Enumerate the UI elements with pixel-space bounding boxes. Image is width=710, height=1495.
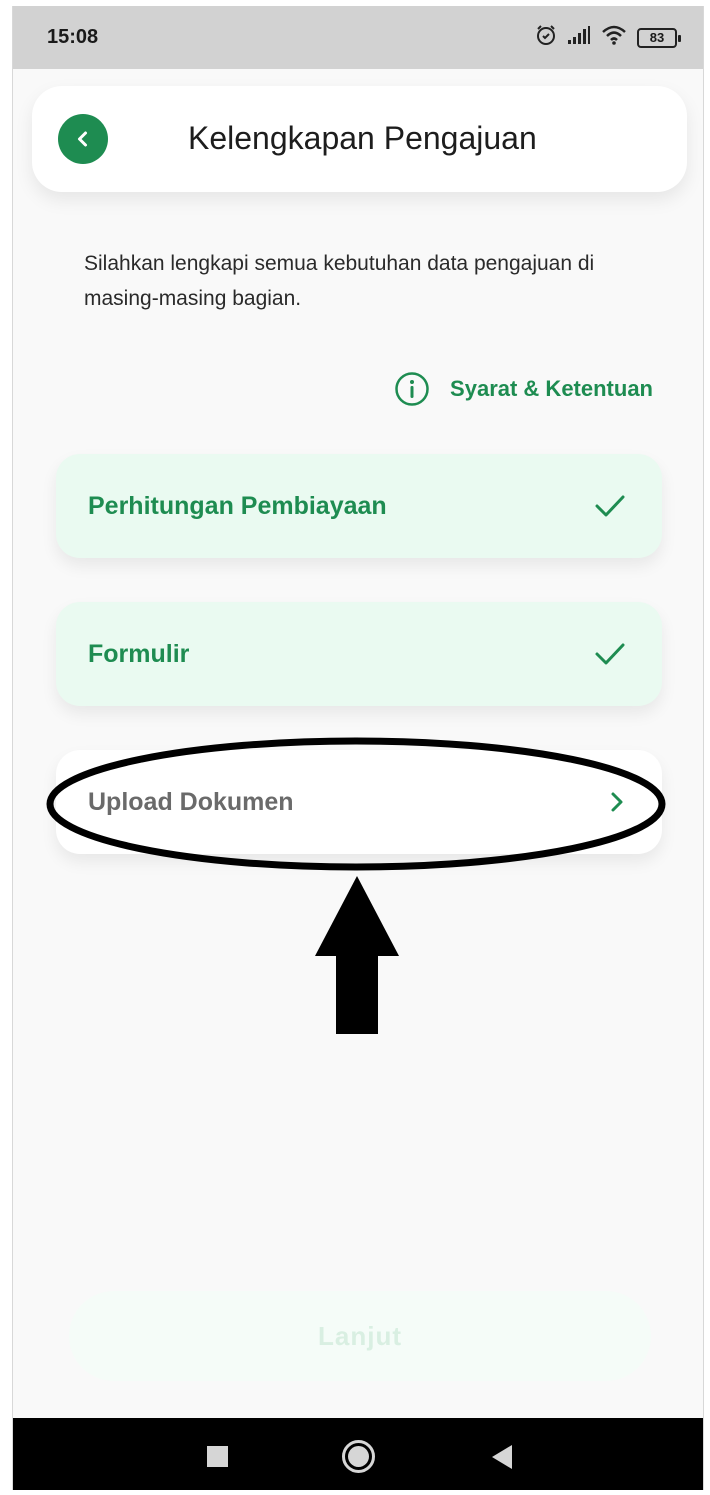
section-label: Formulir <box>88 639 190 668</box>
section-label: Perhitungan Pembiayaan <box>88 491 387 520</box>
status-icons: 83 <box>535 24 681 51</box>
home-icon-inner <box>348 1446 369 1467</box>
terms-label: Syarat & Ketentuan <box>450 376 653 401</box>
pointer-arrow-shaft <box>336 954 378 1034</box>
system-nav-bar <box>13 1418 703 1490</box>
check-icon <box>595 643 625 665</box>
status-time: 15:08 <box>47 26 99 48</box>
section-perhitungan-pembiayaan[interactable]: Perhitungan Pembiayaan <box>56 454 662 558</box>
page-title: Kelengkapan Pengajuan <box>188 120 537 156</box>
next-button[interactable]: Lanjut <box>69 1291 651 1381</box>
status-bar: 15:08 83 <box>13 6 703 69</box>
section-upload-dokumen[interactable]: Upload Dokumen <box>56 750 662 854</box>
next-button-label: Lanjut <box>318 1320 402 1351</box>
intro-text: Silahkan lengkapi semua kebutuhan data p… <box>84 252 595 310</box>
battery-icon: 83 <box>637 27 681 48</box>
signal-icon <box>567 26 591 49</box>
pointer-arrow-head <box>315 876 399 956</box>
chevron-right-icon <box>611 792 623 812</box>
chevron-left-icon <box>78 131 87 147</box>
app-screen: 15:08 83 Kelengkapan Pengajuan Silahkan … <box>12 6 704 1490</box>
wifi-icon <box>601 25 627 50</box>
back-button[interactable] <box>58 114 108 164</box>
terms-link[interactable]: Syarat & Ketentuan <box>394 371 653 407</box>
back-icon[interactable] <box>492 1445 512 1469</box>
info-icon <box>395 372 429 406</box>
section-label: Upload Dokumen <box>88 787 294 816</box>
header-card: Kelengkapan Pengajuan <box>32 86 687 192</box>
alarm-icon <box>535 24 557 51</box>
recents-icon[interactable] <box>207 1446 228 1467</box>
home-icon[interactable] <box>342 1440 375 1473</box>
section-formulir[interactable]: Formulir <box>56 602 662 706</box>
check-icon <box>595 495 625 517</box>
